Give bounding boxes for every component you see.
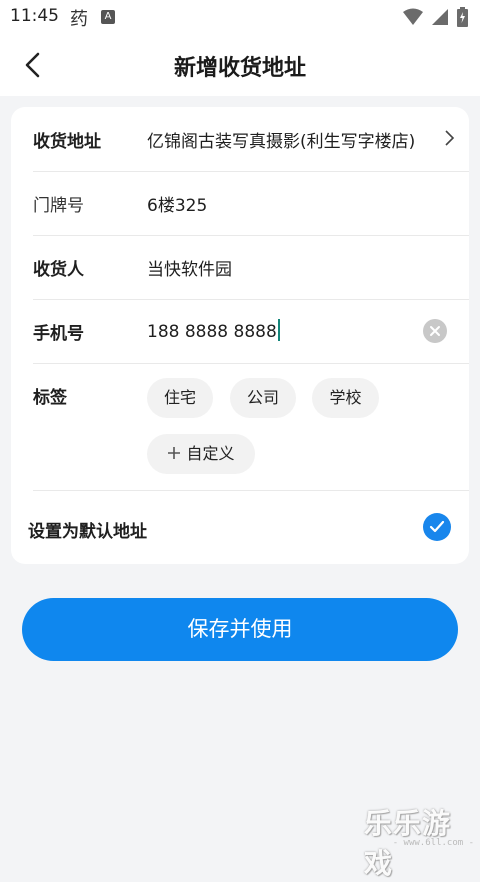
page-title: 新增收货地址 (173, 56, 306, 81)
address-label: 收货地址 (33, 132, 101, 152)
default-address-label: 设置为默认地址 (28, 522, 147, 542)
status-icons (403, 7, 468, 27)
text-caret (277, 319, 280, 341)
door-number-label: 门牌号 (33, 196, 84, 216)
door-number-field[interactable]: 6楼325 (147, 191, 207, 216)
phone-field[interactable]: 188 8888 8888 (147, 319, 280, 342)
tag-chip-school[interactable]: 学校 (312, 378, 379, 418)
watermark-url: - www.6ll.com - (392, 838, 474, 848)
checkmark-icon (429, 520, 445, 533)
tag-chip-residence[interactable]: 住宅 (147, 378, 213, 418)
status-bar: 11:45 药 A (0, 0, 480, 34)
receiver-label: 收货人 (33, 260, 84, 280)
default-address-checkbox[interactable] (423, 513, 451, 541)
watermark: 乐乐游戏 - www.6ll.com - (364, 802, 478, 880)
receiver-row: 收货人 当快软件园 (33, 235, 469, 300)
address-row[interactable]: 收货地址 亿锦阁古装写真摄影(利生写字楼店) (33, 107, 469, 172)
tag-chip-custom[interactable]: 自定义 (147, 434, 255, 474)
status-time: 11:45 (10, 6, 59, 26)
phone-value: 188 8888 8888 (147, 322, 277, 342)
door-number-row: 门牌号 6楼325 (33, 171, 469, 236)
save-and-use-button[interactable]: 保存并使用 (22, 598, 458, 661)
clear-button[interactable] (423, 319, 447, 343)
app-notification-icon: 药 (70, 9, 88, 30)
receiver-field[interactable]: 当快软件园 (147, 255, 232, 280)
phone-row: 手机号 188 8888 8888 (33, 299, 469, 364)
address-form-card: 收货地址 亿锦阁古装写真摄影(利生写字楼店) 门牌号 6楼325 收货人 当快软… (11, 107, 469, 564)
chevron-right-icon (445, 130, 455, 146)
divider (33, 490, 469, 491)
tag-custom-label: 自定义 (186, 444, 235, 463)
tags-label: 标签 (33, 388, 67, 408)
nav-bar: 新增收货地址 (0, 34, 480, 96)
a-badge-icon: A (101, 10, 115, 24)
tag-chip-company[interactable]: 公司 (230, 378, 296, 418)
close-icon (430, 326, 440, 336)
signal-icon (432, 9, 448, 25)
battery-icon (457, 7, 468, 27)
address-value: 亿锦阁古装写真摄影(利生写字楼店) (147, 132, 416, 152)
wifi-icon (403, 8, 423, 25)
plus-icon (168, 447, 181, 459)
phone-label: 手机号 (33, 324, 84, 344)
